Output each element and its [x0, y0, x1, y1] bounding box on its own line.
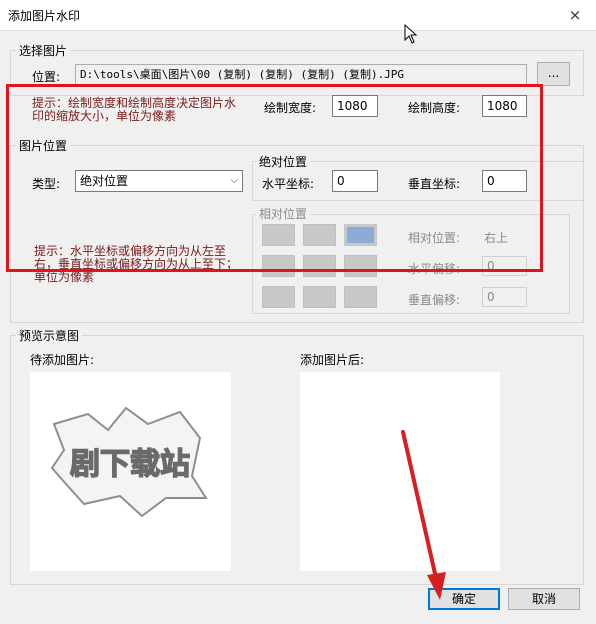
- mouse-cursor-icon: [404, 24, 418, 44]
- arrow-annotation: [401, 430, 446, 600]
